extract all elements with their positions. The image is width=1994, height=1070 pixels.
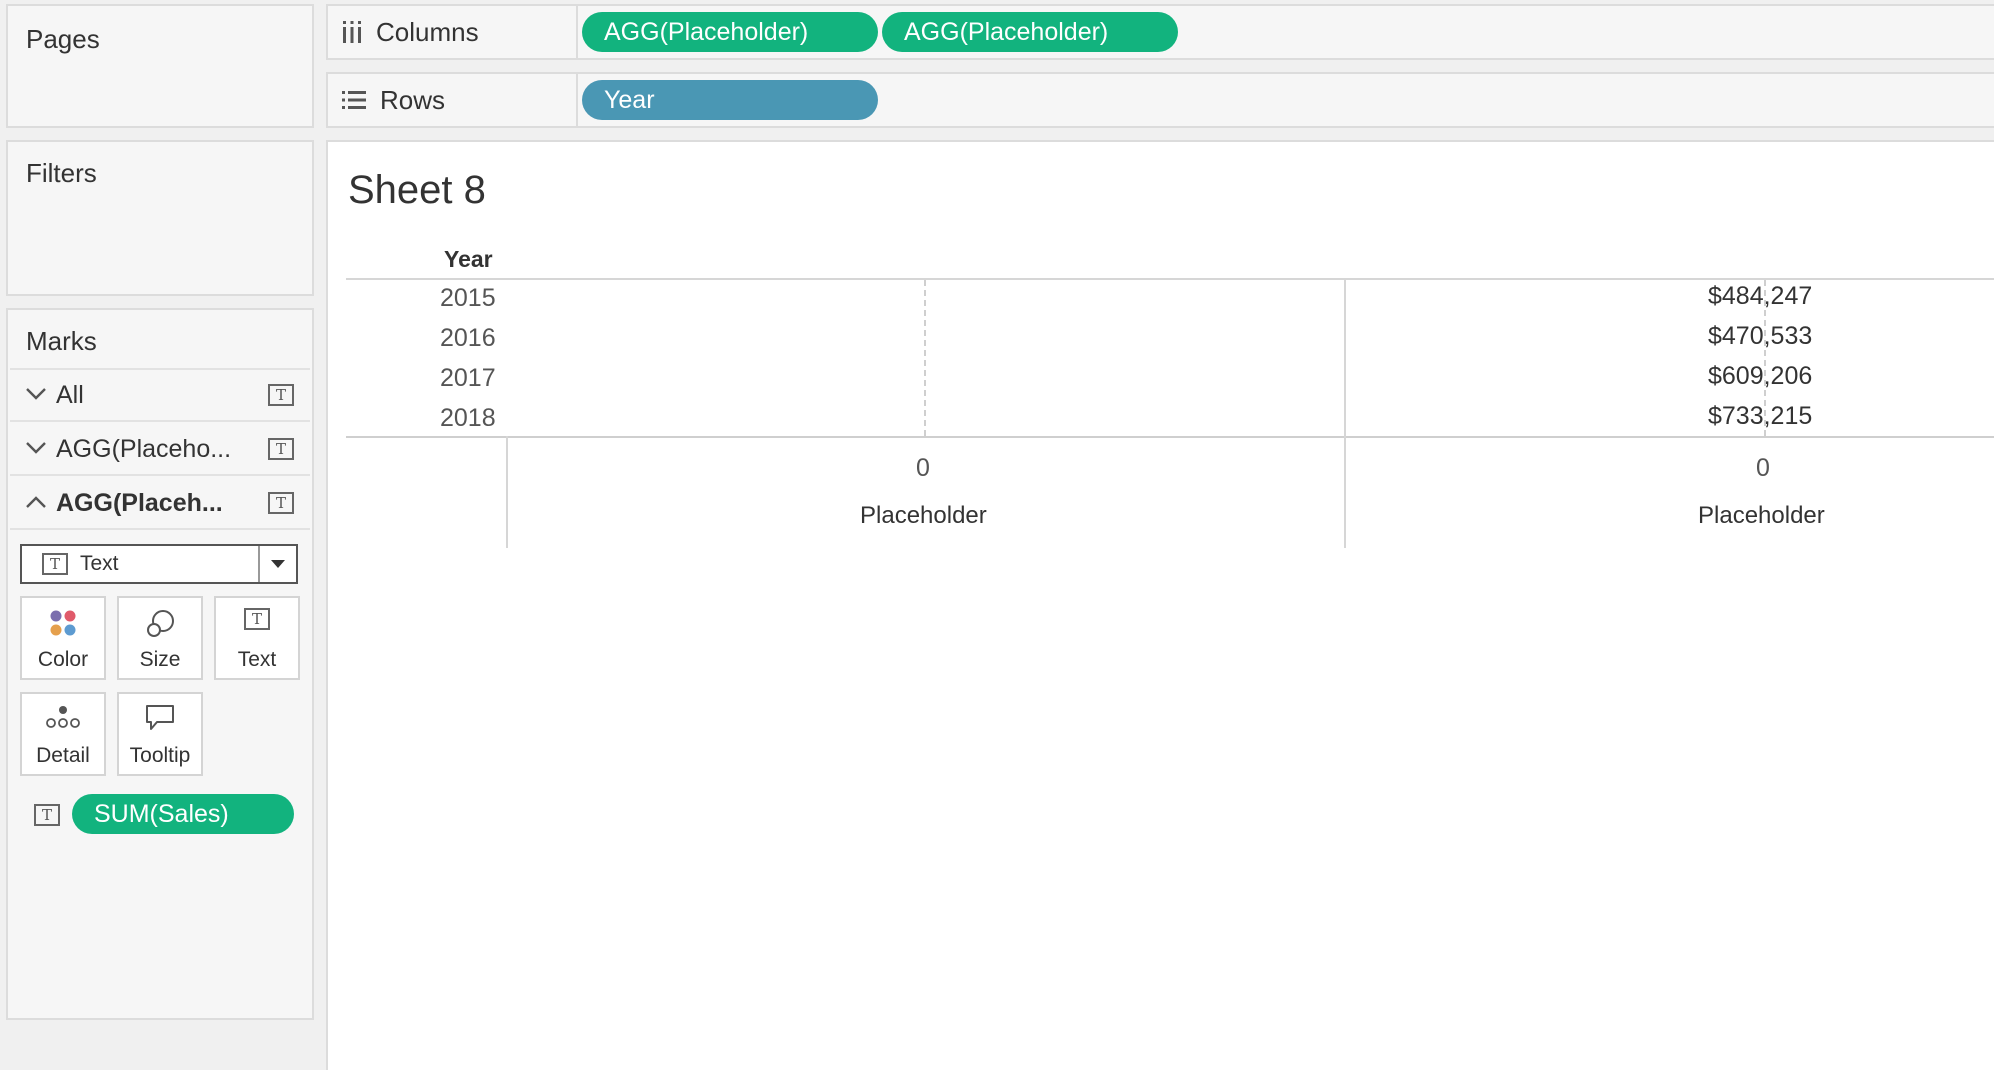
marks-row-agg-1[interactable]: AGG(Placeho... T — [10, 424, 310, 476]
marks-row-agg-2[interactable]: AGG(Placeh... T — [10, 478, 310, 530]
year-label[interactable]: 2017 — [440, 364, 496, 393]
zero-line-1 — [924, 280, 926, 436]
rows-shelf-label: Rows — [328, 74, 578, 126]
text-card-label: Text — [237, 648, 277, 671]
marks-row-all[interactable]: All T — [10, 370, 310, 422]
size-icon — [119, 608, 201, 640]
color-card[interactable]: Color — [20, 596, 106, 680]
rows-shelf[interactable]: Rows Year — [326, 72, 1994, 128]
marks-title: Marks — [26, 326, 97, 356]
columns-pill-agg-placeholder-1[interactable]: AGG(Placeholder) — [582, 12, 878, 52]
detail-icon — [22, 704, 104, 730]
color-icon — [22, 608, 104, 638]
size-card-label: Size — [139, 648, 181, 671]
sales-value[interactable]: $470,533 — [1708, 322, 1812, 351]
color-card-label: Color — [37, 648, 89, 671]
year-label[interactable]: 2018 — [440, 404, 496, 433]
rows-icon — [342, 91, 366, 109]
text-mark-icon: T — [268, 438, 294, 460]
columns-label: Columns — [376, 16, 479, 47]
columns-shelf[interactable]: Columns AGG(Placeholder) AGG(Placeholder… — [326, 4, 1994, 60]
row-header-year[interactable]: Year — [444, 246, 493, 273]
sheet-title: Sheet 8 — [348, 168, 486, 212]
text-encoding-icon[interactable]: T — [34, 804, 60, 826]
rows-label: Rows — [380, 84, 446, 115]
pane-divider-left — [506, 436, 508, 548]
tooltip-card-label: Tooltip — [129, 744, 191, 767]
marks-row-label: AGG(Placeh... — [56, 488, 223, 517]
sales-value[interactable]: $609,206 — [1708, 362, 1812, 391]
tooltip-card[interactable]: Tooltip — [117, 692, 203, 776]
columns-pill-agg-placeholder-2[interactable]: AGG(Placeholder) — [882, 12, 1178, 52]
marks-card: Marks All T AGG(Placeho... T AGG(Placeh.… — [6, 308, 314, 1020]
pages-title: Pages — [26, 24, 100, 54]
sales-value[interactable]: $733,215 — [1708, 402, 1812, 431]
size-card[interactable]: Size — [117, 596, 203, 680]
sum-sales-pill[interactable]: SUM(Sales) — [72, 794, 294, 834]
dropdown-arrow-icon[interactable] — [258, 546, 296, 582]
chevron-down-icon[interactable] — [10, 384, 56, 407]
mark-type-dropdown[interactable]: T Text — [20, 544, 298, 584]
text-mark-icon: T — [268, 492, 294, 514]
tooltip-icon — [119, 704, 201, 732]
year-label[interactable]: 2015 — [440, 284, 496, 313]
pages-shelf[interactable]: Pages — [6, 4, 314, 128]
mark-type-label: Text — [80, 552, 119, 575]
filters-shelf[interactable]: Filters — [6, 140, 314, 296]
columns-shelf-label: Columns — [328, 6, 578, 58]
sheet-view[interactable]: Sheet 8 Year 2015 2016 2017 2018 $484,24… — [326, 140, 1994, 1070]
text-icon: T — [216, 608, 298, 630]
table-bottom-border — [346, 436, 1994, 438]
axis-title-placeholder-1[interactable]: Placeholder — [860, 502, 987, 530]
axis-tick-zero-1: 0 — [916, 454, 930, 482]
detail-card-label: Detail — [36, 744, 90, 767]
sales-value[interactable]: $484,247 — [1708, 282, 1812, 311]
text-mark-icon: T — [42, 553, 68, 575]
text-card[interactable]: T Text — [214, 596, 300, 680]
year-label[interactable]: 2016 — [440, 324, 496, 353]
axis-tick-zero-2: 0 — [1756, 454, 1770, 482]
columns-icon — [343, 21, 361, 43]
marks-row-label: All — [56, 380, 84, 409]
table-top-border — [346, 278, 1994, 280]
text-mark-icon: T — [268, 384, 294, 406]
chevron-up-icon[interactable] — [10, 492, 56, 515]
detail-card[interactable]: Detail — [20, 692, 106, 776]
marks-row-label: AGG(Placeho... — [56, 434, 232, 463]
rows-pill-year[interactable]: Year — [582, 80, 878, 120]
filters-title: Filters — [26, 158, 97, 188]
chevron-down-icon[interactable] — [10, 438, 56, 461]
pane-divider-middle — [1344, 278, 1346, 548]
axis-title-placeholder-2[interactable]: Placeholder — [1698, 502, 1825, 530]
